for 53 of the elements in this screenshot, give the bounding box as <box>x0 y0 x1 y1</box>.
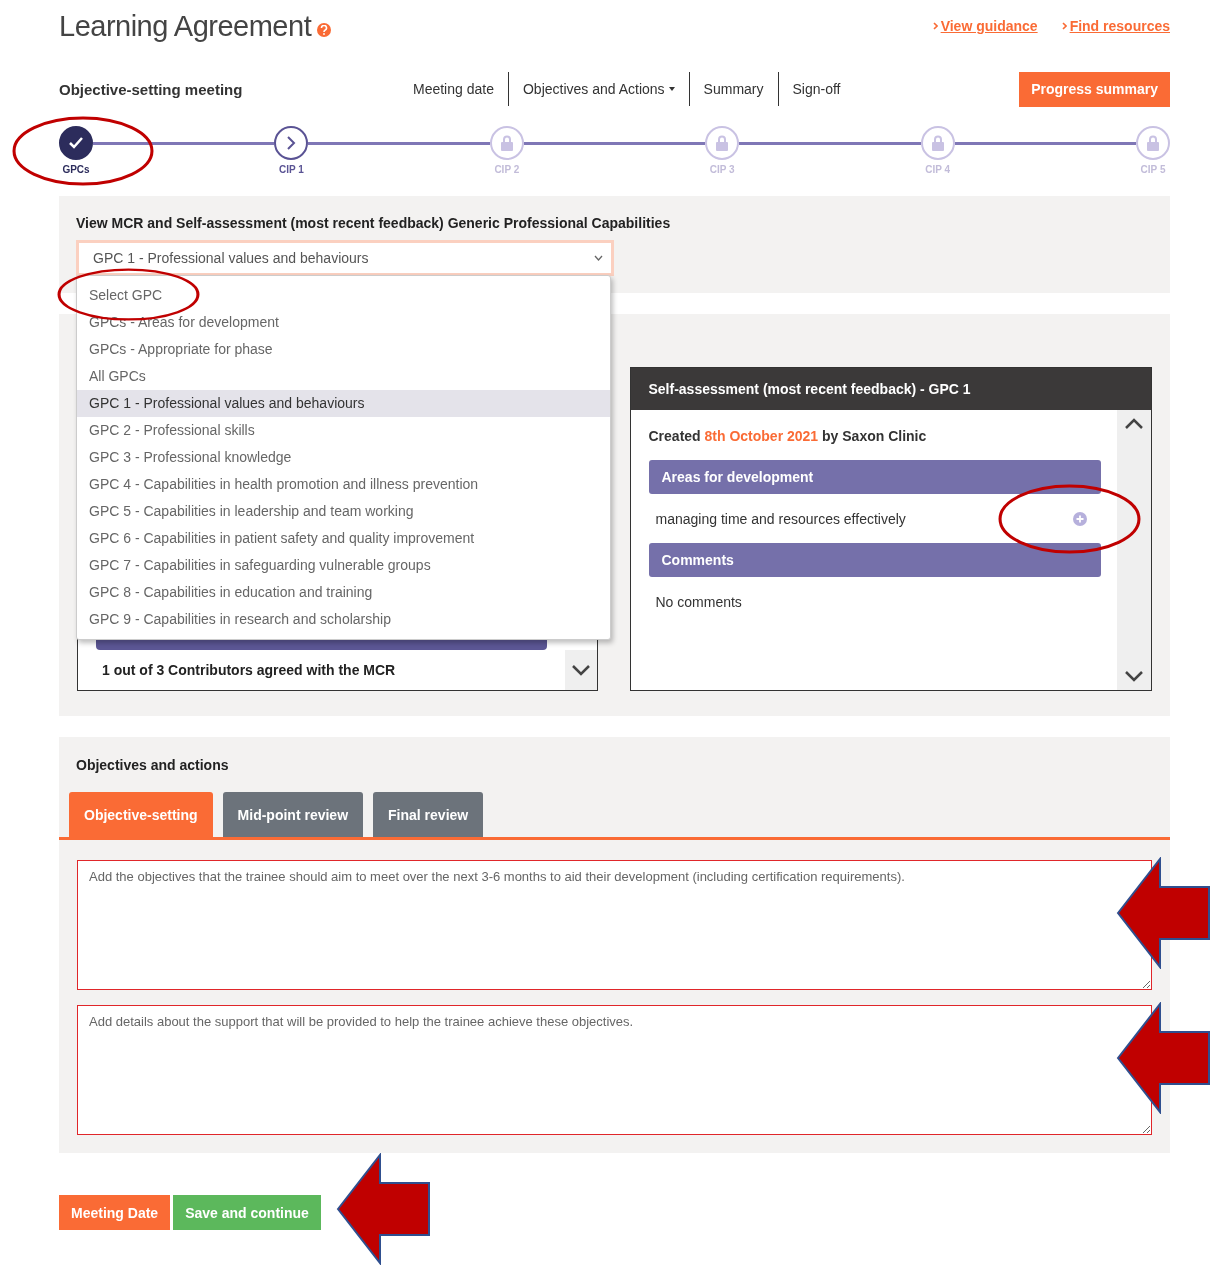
scroll-up-icon[interactable] <box>1125 418 1143 429</box>
dropdown-option[interactable]: GPC 2 - Professional skills <box>77 417 610 444</box>
scroll-down-icon[interactable] <box>571 664 590 676</box>
step-label: CIP 4 <box>925 164 951 175</box>
contributors-summary: 1 out of 3 Contributors agreed with the MCR <box>101 662 396 678</box>
page-title: Learning Agreement <box>59 10 332 43</box>
text-area[interactable]: Add details about the support that will be provided to help the trainee achieve these objectives. <box>77 1005 1152 1135</box>
check-icon <box>69 137 83 149</box>
dropdown-option[interactable]: GPC 7 - Capabilities in safeguarding vulnerable groups <box>77 552 610 579</box>
section-heading: Areas for development <box>648 460 1101 494</box>
dropdown-option[interactable]: GPCs - Appropriate for phase <box>77 336 610 363</box>
nav-link[interactable]: Summary <box>688 72 778 106</box>
item-text: No comments <box>655 593 742 610</box>
step-label: CIP 5 <box>1140 164 1166 175</box>
dropdown-option[interactable]: GPC 1 - Professional values and behaviours <box>77 390 610 417</box>
dropdown-option[interactable]: GPC 5 - Capabilities in leadership and team working <box>77 498 610 525</box>
lock-icon <box>1146 135 1161 151</box>
plus-icon[interactable] <box>1073 511 1087 526</box>
item-text: managing time and resources effectively <box>655 510 906 527</box>
chevron-down-icon <box>594 255 603 261</box>
created-line: Created 8th October 2021 by Saxon Clinic <box>648 428 928 444</box>
help-icon[interactable] <box>317 22 332 37</box>
lock-icon <box>715 135 730 151</box>
dropdown-option[interactable]: GPC 4 - Capabilities in health promotion and illness prevention <box>77 471 610 498</box>
panel-title: View MCR and Self-assessment (most recent feedback) Generic Professional Capabilities <box>76 215 672 231</box>
step-circle[interactable] <box>274 126 309 160</box>
step-label: CIP 1 <box>279 164 304 175</box>
tab[interactable]: Final review <box>373 792 484 837</box>
lock-icon <box>930 135 945 151</box>
dropdown-option[interactable]: GPC 3 - Professional knowledge <box>77 444 610 471</box>
gpc-select[interactable]: GPC 1 - Professional values and behaviours <box>76 240 614 276</box>
nav-link[interactable]: Sign-off <box>777 72 855 106</box>
step-label: CIP 2 <box>494 164 520 175</box>
dropdown-option[interactable]: GPC 9 - Capabilities in research and scholarship <box>77 606 610 633</box>
dropdown-option[interactable]: Select GPC <box>77 282 610 309</box>
text-area[interactable]: Add the objectives that the trainee should aim to meet over the next 3-6 months to aid their development (including certification requirements). <box>77 860 1152 990</box>
scroll-down-icon[interactable] <box>1125 671 1143 682</box>
panel-title: Objectives and actions <box>75 756 230 773</box>
section-heading: Comments <box>648 543 1101 577</box>
chevron-right-icon <box>286 136 296 150</box>
step-label: CIP 3 <box>709 164 735 175</box>
section-title: Objective-setting meeting <box>59 80 244 98</box>
dropdown-option[interactable]: GPC 8 - Capabilities in education and training <box>77 579 610 606</box>
dropdown-option[interactable]: GPC 6 - Capabilities in patient safety and quality improvement <box>77 525 610 552</box>
dropdown-option[interactable]: All GPCs <box>77 363 610 390</box>
step-circle[interactable] <box>59 126 93 160</box>
nav-link[interactable]: Meeting date <box>399 72 508 106</box>
caret-icon <box>668 87 675 91</box>
nav-link[interactable]: Objectives and Actions <box>507 72 689 106</box>
lock-icon <box>499 135 514 151</box>
step-label: GPCs <box>62 164 90 175</box>
tab[interactable]: Mid-point review <box>222 792 364 837</box>
box-title: Self-assessment (most recent feedback) - GPC 1 <box>630 368 1151 410</box>
